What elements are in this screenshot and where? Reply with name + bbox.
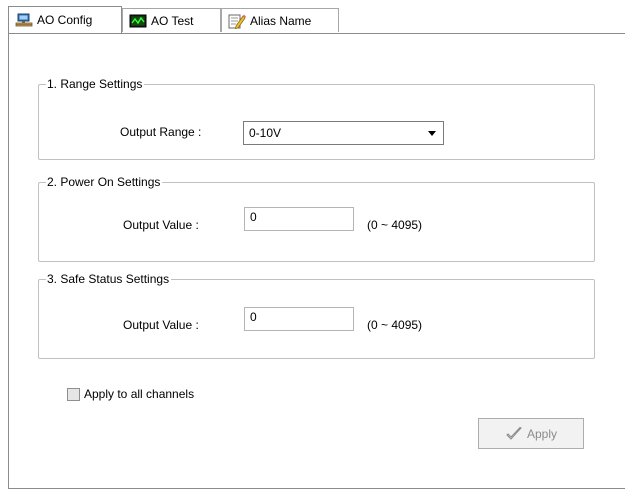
tab-alias-name[interactable]: Alias Name: [221, 8, 339, 32]
power-on-output-value-label: Output Value :: [123, 218, 199, 232]
power-on-output-value-field[interactable]: 0: [244, 207, 354, 231]
output-range-select[interactable]: 0-10V: [243, 121, 444, 145]
safe-status-range-hint: (0 ~ 4095): [367, 318, 423, 332]
tab-ao-config-label: AO Config: [37, 13, 93, 27]
ao-config-window: AO Config AO Test Alias Name 1. Range Se…: [0, 0, 625, 489]
network-config-icon: [15, 12, 33, 28]
power-on-range-hint: (0 ~ 4095): [367, 218, 423, 232]
checkmark-icon: [506, 426, 522, 440]
apply-all-channels-label: Apply to all channels: [84, 387, 195, 401]
output-range-value: 0-10V: [249, 126, 282, 140]
apply-button[interactable]: Apply: [478, 418, 584, 449]
chevron-down-icon[interactable]: [428, 131, 436, 136]
safe-status-output-value-field[interactable]: 0: [244, 307, 354, 331]
power-on-settings-legend: 2. Power On Settings: [46, 175, 163, 189]
range-settings-legend: 1. Range Settings: [46, 77, 145, 91]
apply-all-channels-option[interactable]: Apply to all channels: [67, 387, 194, 401]
waveform-test-icon: [129, 13, 147, 29]
tab-ao-config[interactable]: AO Config: [8, 6, 122, 33]
safe-status-settings-legend: 3. Safe Status Settings: [46, 272, 172, 286]
safe-status-output-value-label: Output Value :: [123, 318, 199, 332]
edit-pencil-icon: [228, 13, 246, 29]
tab-ao-test-label: AO Test: [151, 13, 194, 28]
apply-all-channels-checkbox[interactable]: [67, 387, 80, 401]
tab-alias-name-label: Alias Name: [250, 13, 312, 28]
output-range-label: Output Range :: [120, 125, 202, 139]
apply-button-label: Apply: [526, 426, 558, 441]
tab-ao-test[interactable]: AO Test: [122, 8, 221, 32]
